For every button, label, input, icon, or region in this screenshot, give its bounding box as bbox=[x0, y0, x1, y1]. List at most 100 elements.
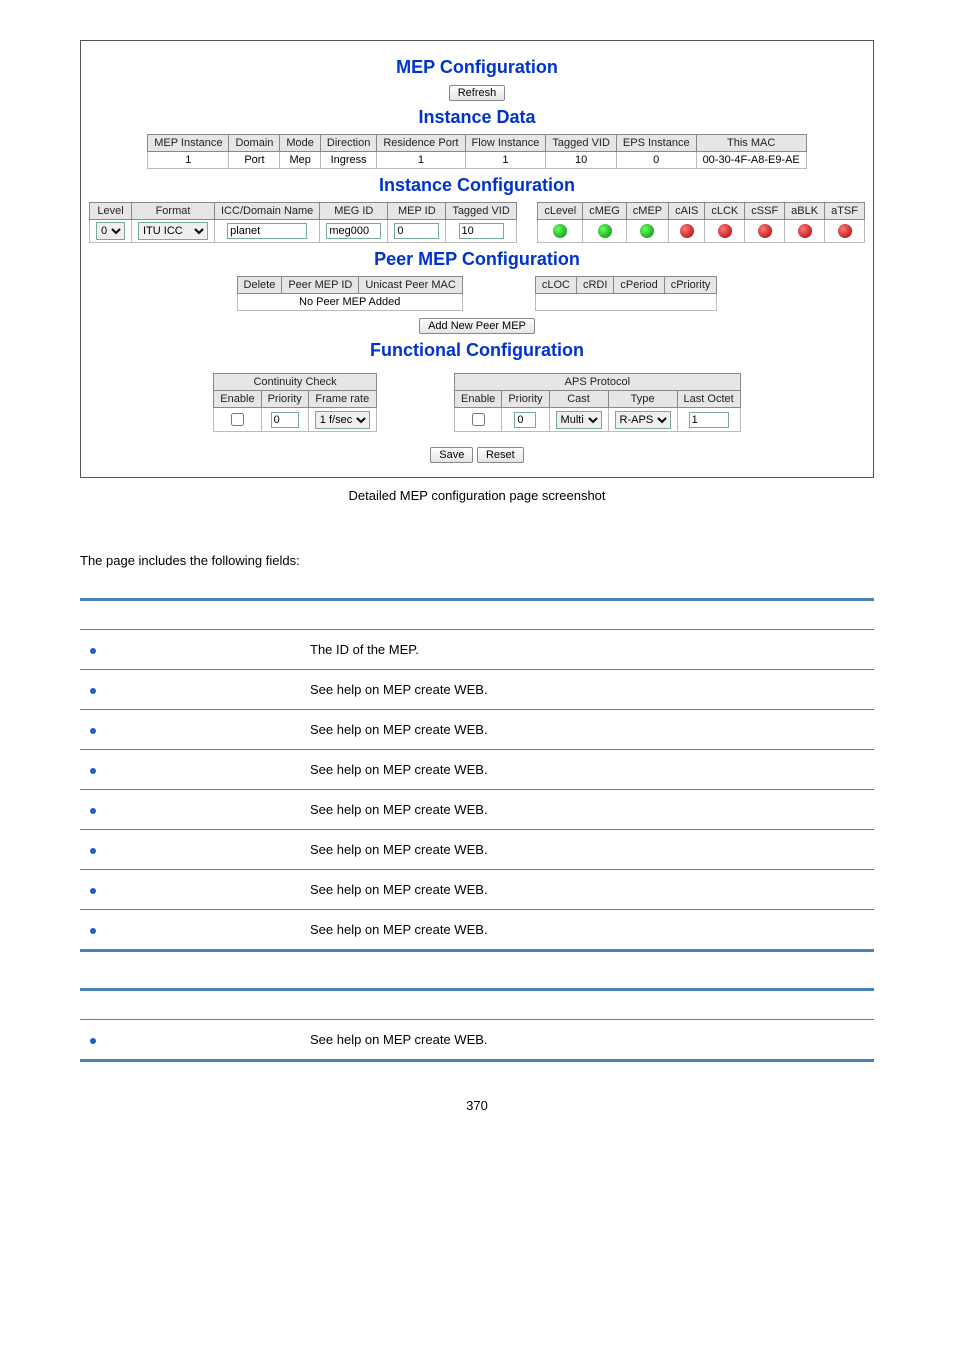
th: cRDI bbox=[576, 277, 613, 294]
bullet-icon bbox=[90, 808, 96, 814]
cc-priority-input[interactable] bbox=[271, 412, 299, 428]
mep-config-title: MEP Configuration bbox=[89, 57, 865, 78]
bullet-icon bbox=[90, 768, 96, 774]
cc-title: Continuity Check bbox=[214, 374, 377, 391]
th: Format bbox=[132, 203, 215, 220]
th: Tagged VID bbox=[446, 203, 516, 220]
th: aBLK bbox=[785, 203, 825, 220]
bullet-icon bbox=[90, 888, 96, 894]
aps-title: APS Protocol bbox=[455, 374, 741, 391]
cc-framerate-select[interactable]: 1 f/sec bbox=[315, 411, 370, 429]
td: 0 bbox=[616, 152, 696, 169]
megid-input[interactable] bbox=[326, 223, 381, 239]
td: 1 bbox=[148, 152, 229, 169]
th: Frame rate bbox=[308, 391, 376, 408]
desc: See help on MEP create WEB. bbox=[300, 670, 874, 710]
atsf-dot bbox=[838, 224, 852, 238]
th: Peer MEP ID bbox=[282, 277, 359, 294]
bullet-icon bbox=[90, 928, 96, 934]
continuity-check-table: Continuity Check Enable Priority Frame r… bbox=[213, 373, 377, 432]
ablk-dot bbox=[798, 224, 812, 238]
th: MEG ID bbox=[320, 203, 388, 220]
figure-caption: Detailed MEP configuration page screensh… bbox=[80, 488, 874, 503]
td: Port bbox=[229, 152, 280, 169]
bullet-icon bbox=[90, 728, 96, 734]
add-peer-button[interactable]: Add New Peer MEP bbox=[419, 318, 535, 334]
aps-cast-select[interactable]: Multi bbox=[556, 411, 602, 429]
desc: See help on MEP create WEB. bbox=[300, 830, 874, 870]
th: Delete bbox=[237, 277, 282, 294]
th: Level bbox=[90, 203, 132, 220]
th: Enable bbox=[214, 391, 261, 408]
th: EPS Instance bbox=[616, 135, 696, 152]
page-number: 370 bbox=[80, 1098, 874, 1113]
format-select[interactable]: ITU ICC bbox=[138, 222, 208, 240]
taggedvid-input[interactable] bbox=[459, 223, 504, 239]
desc: See help on MEP create WEB. bbox=[300, 750, 874, 790]
th: Priority bbox=[261, 391, 308, 408]
cais-dot bbox=[680, 224, 694, 238]
intro-text: The page includes the following fields: bbox=[80, 553, 874, 568]
th: cAIS bbox=[669, 203, 705, 220]
td: Mep bbox=[280, 152, 321, 169]
desc: See help on MEP create WEB. bbox=[300, 710, 874, 750]
th: cMEG bbox=[583, 203, 627, 220]
th: Enable bbox=[455, 391, 502, 408]
peer-mep-title: Peer MEP Configuration bbox=[89, 249, 865, 270]
bullet-icon bbox=[90, 688, 96, 694]
th: ICC/Domain Name bbox=[215, 203, 320, 220]
clck-dot bbox=[718, 224, 732, 238]
icc-input[interactable] bbox=[227, 223, 307, 239]
th: Priority bbox=[502, 391, 549, 408]
th: cMEP bbox=[626, 203, 668, 220]
reset-button[interactable]: Reset bbox=[477, 447, 524, 463]
th: Last Octet bbox=[677, 391, 740, 408]
th: Mode bbox=[280, 135, 321, 152]
mepid-input[interactable] bbox=[394, 223, 439, 239]
td: 10 bbox=[546, 152, 616, 169]
cmeg-dot bbox=[598, 224, 612, 238]
td: 1 bbox=[465, 152, 546, 169]
aps-type-select[interactable]: R-APS bbox=[615, 411, 671, 429]
save-button[interactable]: Save bbox=[430, 447, 473, 463]
th: Residence Port bbox=[377, 135, 465, 152]
th: This MAC bbox=[696, 135, 806, 152]
th: cLevel bbox=[538, 203, 583, 220]
th: cLOC bbox=[535, 277, 576, 294]
td: 00-30-4F-A8-E9-AE bbox=[696, 152, 806, 169]
th: Unicast Peer MAC bbox=[359, 277, 462, 294]
aps-enable-checkbox[interactable] bbox=[472, 413, 485, 426]
refresh-button[interactable]: Refresh bbox=[449, 85, 506, 101]
th: cPeriod bbox=[614, 277, 664, 294]
th: cPriority bbox=[664, 277, 717, 294]
th: Tagged VID bbox=[546, 135, 616, 152]
cssf-dot bbox=[758, 224, 772, 238]
instance-data-table: MEP Instance Domain Mode Direction Resid… bbox=[147, 134, 807, 169]
th: MEP Instance bbox=[148, 135, 229, 152]
th: Type bbox=[608, 391, 677, 408]
th: MEP ID bbox=[388, 203, 446, 220]
object-table-2: See help on MEP create WEB. bbox=[80, 988, 874, 1062]
desc: See help on MEP create WEB. bbox=[300, 910, 874, 951]
level-select[interactable]: 0 bbox=[96, 222, 125, 240]
td: Ingress bbox=[320, 152, 376, 169]
instance-data-title: Instance Data bbox=[89, 107, 865, 128]
object-table-1: The ID of the MEP. See help on MEP creat… bbox=[80, 598, 874, 952]
clevel-dot bbox=[553, 224, 567, 238]
bullet-icon bbox=[90, 848, 96, 854]
instance-config-title: Instance Configuration bbox=[89, 175, 865, 196]
peer-mep-table: Delete Peer MEP ID Unicast Peer MAC cLOC… bbox=[237, 276, 718, 311]
no-peer-text: No Peer MEP Added bbox=[237, 294, 462, 311]
th: aTSF bbox=[825, 203, 865, 220]
aps-lastoctet-input[interactable] bbox=[689, 412, 729, 428]
cc-enable-checkbox[interactable] bbox=[231, 413, 244, 426]
desc: The ID of the MEP. bbox=[300, 630, 874, 670]
th: cSSF bbox=[745, 203, 785, 220]
th: Flow Instance bbox=[465, 135, 546, 152]
instance-config-table: Level Format ICC/Domain Name MEG ID MEP … bbox=[89, 202, 865, 243]
th: cLCK bbox=[705, 203, 745, 220]
desc: See help on MEP create WEB. bbox=[300, 790, 874, 830]
td: 1 bbox=[377, 152, 465, 169]
aps-priority-input[interactable] bbox=[514, 412, 536, 428]
bullet-icon bbox=[90, 1038, 96, 1044]
